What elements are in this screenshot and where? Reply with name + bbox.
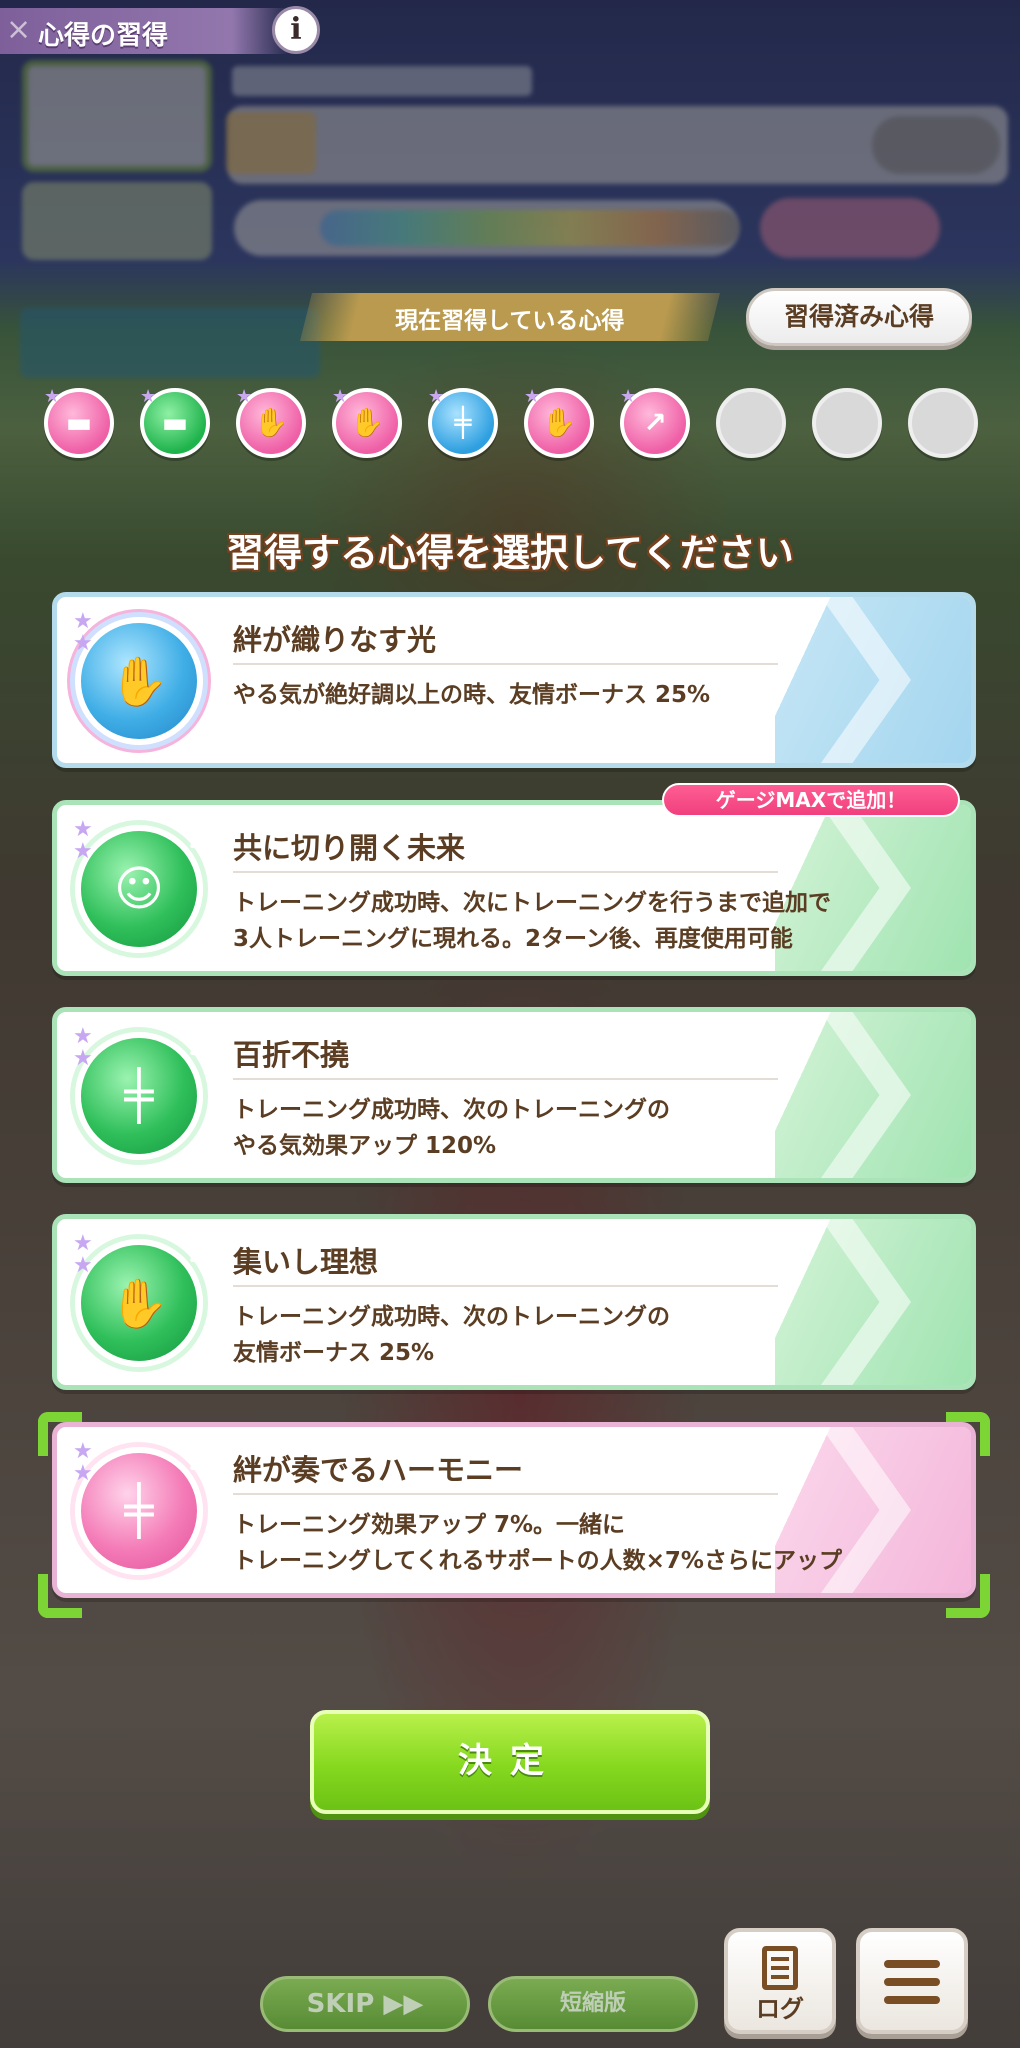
divider xyxy=(233,1493,778,1495)
star-icon: ★ xyxy=(140,386,157,407)
current-skills-label: 現在習得している心得 xyxy=(300,293,720,341)
option-desc-line: トレーニング成功時、次のトレーニングの xyxy=(233,1097,670,1123)
option-description: トレーニング成功時、次のトレーニングの やる気効果アップ 120% xyxy=(233,1092,873,1164)
screen-title-bar: ⨯ 心得の習得 xyxy=(0,8,290,54)
stars-icon: ★ ★ xyxy=(73,817,93,864)
star-icon: ★ xyxy=(332,386,349,407)
option-name: 百折不撓 xyxy=(233,1038,350,1072)
option-name: 絆が奏でるハーモニー xyxy=(233,1453,524,1487)
acquired-slot-empty xyxy=(716,388,786,458)
option-card-4[interactable]: ★ ★ ♪ ✋ 集いし理想 トレーニング成功時、次のトレーニングの 友情ボーナス … xyxy=(52,1214,976,1390)
drop-icon: ♪ xyxy=(187,821,207,856)
selection-corner xyxy=(38,1574,82,1618)
acquired-skills-button[interactable]: 習得済み心得 xyxy=(746,288,972,346)
dumbbell-icon: ╪ xyxy=(454,406,472,439)
option-desc-line: トレーニング効果アップ 7%。一緒に xyxy=(233,1512,626,1538)
dumbbell-symbol: ╪ xyxy=(124,1068,154,1124)
star-icon: ★ xyxy=(44,386,61,407)
info-button[interactable]: i xyxy=(272,6,320,54)
option-description: トレーニング成功時、次にトレーニングを行うまで追加で 3人トレーニングに現れる。… xyxy=(233,885,873,957)
option-description: トレーニング成功時、次のトレーニングの 友情ボーナス 25% xyxy=(233,1299,873,1371)
pill-icon: ▬ xyxy=(161,406,189,439)
option-name: 共に切り開く未来 xyxy=(233,831,466,865)
selection-corner xyxy=(38,1412,82,1456)
support-rabbit-icon: ★ ★ ♪ ☺ xyxy=(73,819,207,953)
dumbbell-symbol: ╪ xyxy=(124,1483,154,1539)
selection-prompt: 習得する心得を選択してください xyxy=(226,531,794,575)
option-desc-line: 友情ボーナス 25% xyxy=(233,1340,435,1366)
screen-title: 心得の習得 xyxy=(38,21,169,51)
handshake-icon: ✋ xyxy=(541,406,577,439)
music-note-icon: ♪ xyxy=(187,1443,207,1478)
hamburger-icon xyxy=(884,1960,940,1968)
option-card-2[interactable]: ★ ★ ♪ ☺ 共に切り開く未来 トレーニング成功時、次にトレーニングを行うまで追… xyxy=(52,800,976,976)
acquired-slot-7[interactable]: ★ ↗ xyxy=(620,386,690,458)
rabbit-symbol: ☺ xyxy=(113,861,165,917)
star-icon: ★ xyxy=(620,386,637,407)
dumbbell-up-icon: ↗ xyxy=(643,406,667,439)
dumbbell-up-icon: ★ ★ ♪ ╪ xyxy=(73,1441,207,1575)
acquired-slot-5[interactable]: ★ ╪ xyxy=(428,386,498,458)
selection-corner xyxy=(946,1574,990,1618)
acquired-slot-4[interactable]: ★ ✋ xyxy=(332,386,402,458)
handshake-icon: ✋ xyxy=(349,406,385,439)
option-desc-line: トレーニング成功時、次にトレーニングを行うまで追加で xyxy=(233,890,831,916)
stars-icon: ★ ★ xyxy=(73,1231,93,1278)
option-desc-line: 3人トレーニングに現れる。2ターン後、再度使用可能 xyxy=(233,926,793,952)
document-icon xyxy=(762,1946,798,1990)
option-description: やる気が絶好調以上の時、友情ボーナス 25% xyxy=(233,677,873,713)
option-desc-line: やる気が絶好調以上の時、友情ボーナス 25% xyxy=(233,682,711,708)
handshake-symbol: ✋ xyxy=(109,654,169,710)
log-label: ログ xyxy=(756,1995,804,2023)
handshake-icon: ★ ★ ✋ xyxy=(73,611,203,745)
acquired-slot-empty xyxy=(812,388,882,458)
option-name: 集いし理想 xyxy=(233,1245,379,1279)
option-card-3[interactable]: ★ ★ ♪ ╪ 百折不撓 トレーニング成功時、次のトレーニングの やる気効果アップ… xyxy=(52,1007,976,1183)
option-description: トレーニング効果アップ 7%。一緒に トレーニングしてくれるサポートの人数×7%… xyxy=(233,1507,873,1579)
current-skills-label-text: 現在習得している心得 xyxy=(395,308,625,334)
handshake-icon: ✋ xyxy=(253,406,289,439)
gauge-max-badge: ゲージMAXで追加！ xyxy=(662,783,960,817)
handshake-icon: ★ ★ ♪ ✋ xyxy=(73,1233,207,1367)
drop-icon: ♪ xyxy=(187,1235,207,1270)
option-desc-line: トレーニング成功時、次のトレーニングの xyxy=(233,1304,670,1330)
log-button[interactable]: ログ xyxy=(724,1928,836,2034)
option-card-5-selected[interactable]: ★ ★ ♪ ╪ 絆が奏でるハーモニー トレーニング効果アップ 7%。一緒に トレー… xyxy=(52,1422,976,1598)
divider xyxy=(233,1078,778,1080)
star-icon: ★ xyxy=(524,386,541,407)
short-version-button[interactable]: 短縮版 xyxy=(488,1976,698,2032)
divider xyxy=(233,663,778,665)
confirm-button[interactable]: 決定 xyxy=(310,1710,710,1814)
acquired-slot-empty xyxy=(908,388,978,458)
acquired-slot-6[interactable]: ★ ✋ xyxy=(524,386,594,458)
handshake-symbol: ✋ xyxy=(109,1276,169,1332)
dumbbell-up-icon: ★ ★ ♪ ╪ xyxy=(73,1026,207,1160)
divider xyxy=(233,1285,778,1287)
acquired-slot-1[interactable]: ★ ▬ xyxy=(44,386,114,458)
stars-icon: ★ ★ xyxy=(73,1024,93,1071)
option-desc-line: トレーニングしてくれるサポートの人数×7%さらにアップ xyxy=(233,1548,842,1574)
acquired-slot-3[interactable]: ★ ✋ xyxy=(236,386,306,458)
option-card-1[interactable]: ★ ★ ✋ 絆が織りなす光 やる気が絶好調以上の時、友情ボーナス 25% xyxy=(52,592,976,768)
drop-icon: ♪ xyxy=(187,1028,207,1063)
selection-corner xyxy=(946,1412,990,1456)
pill-icon: ▬ xyxy=(65,406,93,439)
option-name: 絆が織りなす光 xyxy=(233,623,437,657)
acquired-slot-2[interactable]: ★ ▬ xyxy=(140,386,210,458)
menu-button[interactable] xyxy=(856,1928,968,2034)
option-desc-line: やる気効果アップ 120% xyxy=(233,1133,497,1159)
star-icon: ★ xyxy=(428,386,445,407)
divider xyxy=(233,871,778,873)
star-icon: ★ xyxy=(236,386,253,407)
stars-icon: ★ ★ xyxy=(73,609,93,656)
skip-button[interactable]: SKIP ▶▶ xyxy=(260,1976,470,2032)
title-decoration-icon: ⨯ xyxy=(6,12,32,47)
